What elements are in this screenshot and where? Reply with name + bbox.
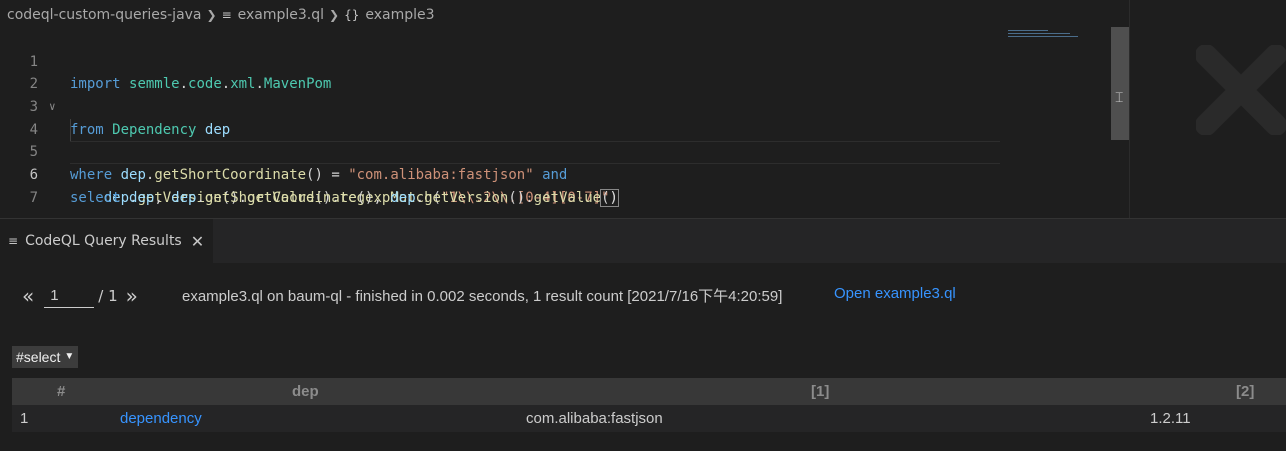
tab-codeql-query-results[interactable]: ≡ CodeQL Query Results ✕: [0, 219, 213, 263]
breadcrumb: codeql-custom-queries-java ❯ ≡ example3.…: [0, 0, 1129, 30]
code-line[interactable]: 4 ∨ where dep.getShortCoordinate() = "co…: [0, 96, 1110, 183]
list-icon: ≡: [8, 234, 19, 248]
result-dependency-link[interactable]: dependency: [120, 405, 202, 432]
prev-page-button[interactable]: «: [22, 284, 34, 308]
close-icon[interactable]: ✕: [191, 232, 204, 251]
braces-icon: {}: [344, 8, 360, 22]
tab-label: CodeQL Query Results: [25, 233, 182, 249]
panel-tabbar: ≡ CodeQL Query Results ✕: [0, 219, 1286, 263]
scroll-marker-icon: ⌶: [1115, 90, 1124, 106]
code-lines[interactable]: 1 import semmle.code.xml.MavenPom 2 3 fr…: [0, 28, 1110, 207]
function-call: getShortCoordinate: [204, 189, 357, 206]
column-header-index[interactable]: #: [57, 378, 65, 405]
punctuation: ().: [508, 189, 534, 206]
close-watermark-icon: [1196, 45, 1286, 135]
variable: dep: [390, 189, 416, 206]
results-table: # dep [1] [2] 1 dependency com.alibaba:f…: [12, 378, 1286, 432]
page-number-input[interactable]: [44, 284, 95, 308]
query-status-text: example3.ql on baum-ql - finished in 0.0…: [182, 288, 783, 305]
code-line[interactable]: 3 from Dependency dep: [0, 73, 1110, 138]
breadcrumb-folder[interactable]: codeql-custom-queries-java: [7, 7, 202, 23]
result-set-value: #select: [16, 349, 61, 365]
column-header-dep[interactable]: dep: [292, 378, 319, 405]
code-line[interactable]: 5 dep.getVersion().getValue().regexpMatc…: [0, 118, 1110, 206]
result-version: 1.2.11: [1150, 410, 1191, 427]
breadcrumb-file[interactable]: example3.ql: [238, 7, 324, 23]
code-line-active[interactable]: 6 select dep, dep.getShortCoordinate(), …: [0, 141, 1110, 207]
chevron-right-icon: ❯: [329, 8, 340, 22]
next-page-button[interactable]: »: [126, 284, 138, 308]
code-line[interactable]: 1 import semmle.code.xml.MavenPom: [0, 28, 1110, 93]
vertical-scrollbar[interactable]: [1111, 27, 1129, 140]
chevron-down-icon: ▼: [64, 351, 75, 362]
punctuation: (),: [356, 189, 391, 206]
breadcrumb-symbol[interactable]: example3: [365, 7, 434, 23]
table-row: 1 dependency com.alibaba:fastjson 1.2.11: [12, 405, 1286, 432]
dot: .: [415, 189, 425, 206]
keyword: select: [70, 189, 121, 206]
chevron-right-icon: ❯: [206, 8, 217, 22]
column-header-1[interactable]: [1]: [811, 378, 829, 405]
line-number: 7: [29, 189, 38, 206]
results-panel: ≡ CodeQL Query Results ✕ « / 1 » example…: [0, 218, 1286, 451]
fold-chevron-icon[interactable]: ∨: [49, 96, 56, 119]
function-call: getVersion: [424, 189, 509, 206]
code-line[interactable]: 7: [0, 164, 1110, 206]
column-header-2[interactable]: [2]: [1236, 378, 1254, 405]
function-call: getValue: [533, 189, 602, 206]
dot: .: [196, 189, 205, 206]
table-header-row: # dep [1] [2]: [12, 378, 1286, 405]
open-query-link[interactable]: Open example3.ql: [834, 285, 956, 302]
punctuation: ,: [154, 189, 172, 206]
variable: dep: [129, 189, 155, 206]
minimap[interactable]: [1008, 28, 1111, 40]
editor-watermark-area: [1129, 0, 1286, 218]
code-text: select dep, dep.getShortCoordinate(), de…: [70, 187, 619, 210]
result-set-select[interactable]: #select ▼: [12, 346, 79, 368]
editor-area[interactable]: codeql-custom-queries-java ❯ ≡ example3.…: [0, 0, 1129, 218]
page-total: / 1: [98, 287, 118, 305]
variable: dep: [171, 189, 197, 206]
matched-bracket: (): [600, 188, 619, 207]
indent-guide: [70, 118, 71, 142]
code-line[interactable]: 2: [0, 51, 1110, 92]
file-lines-icon: ≡: [221, 8, 232, 22]
pagination: « / 1 »: [22, 281, 138, 311]
row-index: 1: [20, 410, 29, 427]
result-coordinate: com.alibaba:fastjson: [526, 410, 663, 427]
